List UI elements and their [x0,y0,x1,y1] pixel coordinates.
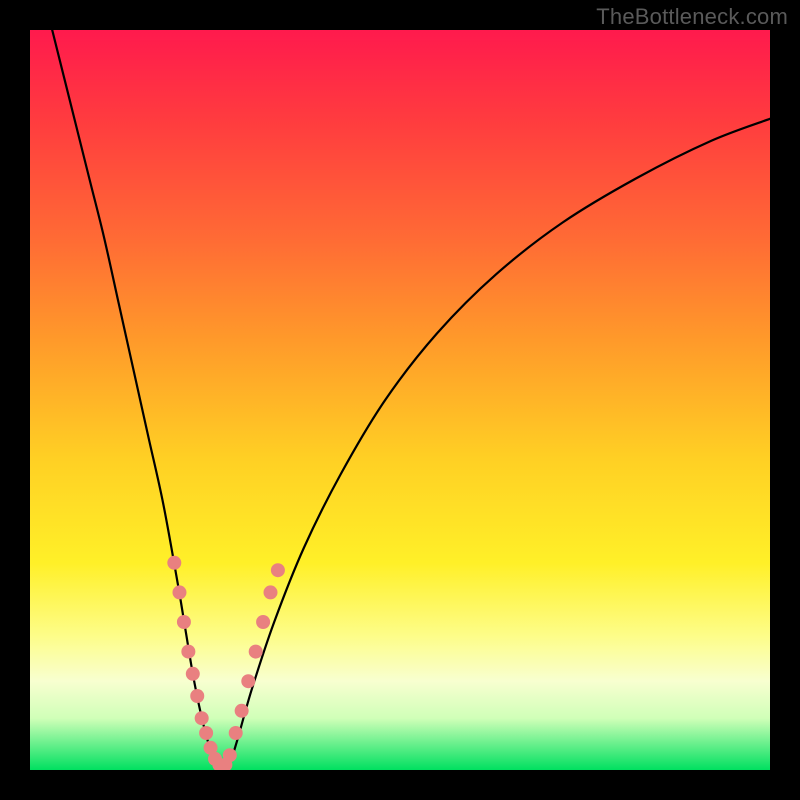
data-point [241,674,255,688]
data-point [172,585,186,599]
watermark-text: TheBottleneck.com [596,4,788,30]
data-point [256,615,270,629]
data-point [167,556,181,570]
data-point [229,726,243,740]
chart-svg [30,30,770,770]
data-point [181,645,195,659]
data-point [195,711,209,725]
data-point [271,563,285,577]
plot-area [30,30,770,770]
data-markers [167,556,285,770]
data-point [199,726,213,740]
chart-frame: TheBottleneck.com [0,0,800,800]
data-point [264,585,278,599]
data-point [223,748,237,762]
data-point [235,704,249,718]
data-point [190,689,204,703]
data-point [177,615,191,629]
data-point [249,645,263,659]
data-point [186,667,200,681]
bottleneck-curve [52,30,770,770]
